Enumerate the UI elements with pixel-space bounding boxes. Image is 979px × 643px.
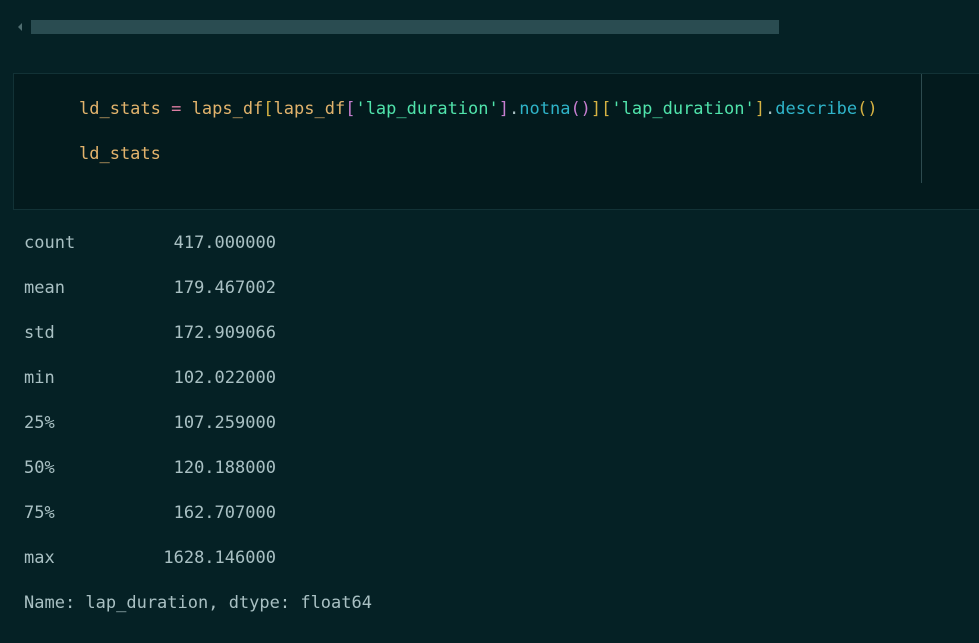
code-token: [ <box>601 99 612 119</box>
code-token: 'lap_duration' <box>355 99 499 119</box>
stat-value: 107.259000 <box>173 413 276 433</box>
code-line-1: ld_stats = laps_df[laps_df['lap_duration… <box>79 98 878 120</box>
output-row: count 417.000000 <box>24 232 276 277</box>
stat-value: 417.000000 <box>173 233 276 253</box>
stat-value: 120.188000 <box>173 458 276 478</box>
output-row: mean 179.467002 <box>24 277 276 322</box>
output-row: 50% 120.188000 <box>24 457 276 502</box>
code-token: notna <box>519 99 571 119</box>
stat-value: 172.909066 <box>173 323 276 343</box>
stat-label: 25% <box>24 413 55 433</box>
scrollbar-thumb[interactable] <box>31 20 779 34</box>
stat-label: mean <box>24 278 65 298</box>
code-token: describe <box>775 99 858 119</box>
scroll-left-arrow-icon[interactable] <box>18 23 22 31</box>
stat-label: std <box>24 323 55 343</box>
cell-divider <box>921 74 922 183</box>
code-token: ] <box>754 99 765 119</box>
code-token: [ <box>345 99 356 119</box>
code-token: [ <box>263 99 274 119</box>
code-token: 'lap_duration' <box>611 99 755 119</box>
code-token: . <box>509 99 520 119</box>
stat-label: 75% <box>24 503 55 523</box>
code-cell[interactable]: ld_stats = laps_df[laps_df['lap_duration… <box>13 73 979 210</box>
code-token: () <box>857 99 878 119</box>
output-footer: Name: lap_duration, dtype: float64 <box>24 593 372 613</box>
stat-label: min <box>24 368 55 388</box>
code-token: ] <box>590 99 602 119</box>
stat-label: 50% <box>24 458 55 478</box>
code-token: = <box>171 99 182 119</box>
output-row: 75% 162.707000 <box>24 502 276 547</box>
code-token: ld_stats <box>79 99 161 119</box>
output-row: max 1628.146000 <box>24 547 276 592</box>
stat-value: 179.467002 <box>173 278 276 298</box>
stat-label: count <box>24 233 76 253</box>
stat-value: 162.707000 <box>173 503 276 523</box>
code-line-2: ld_stats <box>79 144 161 164</box>
stat-value: 1628.146000 <box>163 548 276 568</box>
code-token: ] <box>498 99 509 119</box>
horizontal-scrollbar[interactable] <box>0 14 790 40</box>
output-row: 25% 107.259000 <box>24 412 276 457</box>
stat-label: max <box>24 548 55 568</box>
code-token: . <box>764 99 776 119</box>
cell-output: count 417.000000 mean 179.467002 std 172… <box>24 232 276 592</box>
code-token: laps_df <box>191 99 264 119</box>
output-row: std 172.909066 <box>24 322 276 367</box>
code-token: () <box>570 99 591 119</box>
stat-value: 102.022000 <box>173 368 276 388</box>
code-token: laps_df <box>273 99 346 119</box>
output-row: min 102.022000 <box>24 367 276 412</box>
